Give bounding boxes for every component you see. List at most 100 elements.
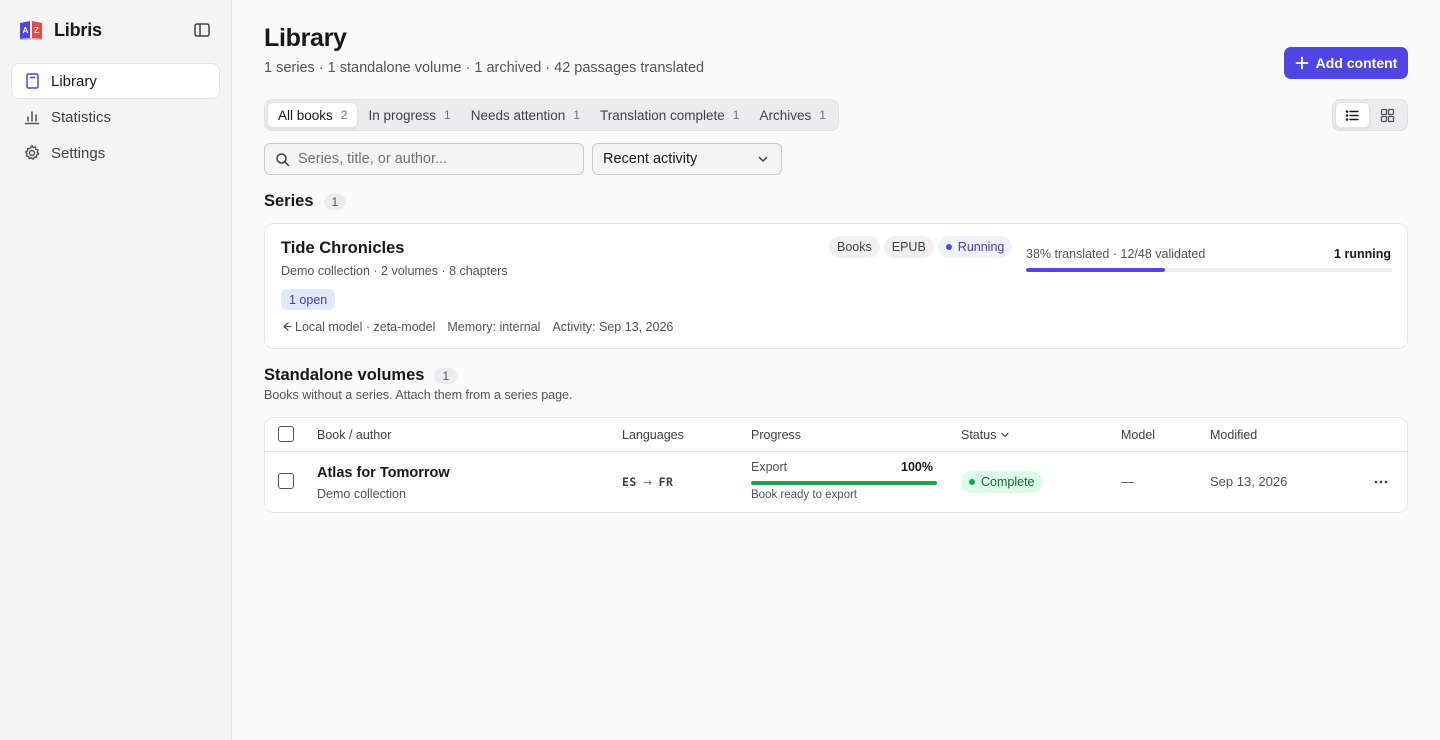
- arrow-right-icon: →: [642, 475, 653, 489]
- tab-label: Translation complete: [599, 107, 725, 123]
- tag-books: Books: [829, 236, 880, 258]
- select-all-checkbox[interactable]: [278, 426, 294, 442]
- series-running-count: 1 running: [1334, 247, 1391, 261]
- list-view-button[interactable]: [1335, 102, 1371, 128]
- add-content-button[interactable]: Add content: [1284, 47, 1408, 79]
- row-menu-button[interactable]: [1371, 474, 1391, 490]
- column-book[interactable]: Book / author: [317, 428, 391, 442]
- series-footer: Local model · zeta-model Memory: interna…: [281, 320, 673, 334]
- book-title[interactable]: Atlas for Tomorrow: [317, 465, 450, 481]
- sidebar-nav: Library Statistics Settings: [11, 63, 220, 171]
- chevron-down-icon: [758, 156, 768, 162]
- series-progress-bar: [1026, 268, 1392, 272]
- page-title: Library: [264, 24, 347, 52]
- progress-label: Export: [751, 460, 788, 474]
- app-name: Libris: [54, 19, 102, 40]
- languages: ES → FR: [622, 475, 673, 489]
- sidebar-item-statistics[interactable]: Statistics: [11, 99, 220, 135]
- model-value: —: [1121, 474, 1134, 489]
- series-section-header: Series 1: [264, 192, 347, 211]
- section-count: 1: [434, 367, 458, 384]
- branch-icon: [283, 322, 292, 331]
- modified-date: Sep 13, 2026: [1210, 474, 1288, 489]
- view-toggle: [1332, 99, 1408, 131]
- tab-label: All books: [278, 107, 333, 123]
- brand[interactable]: A Z Libris: [18, 18, 102, 42]
- series-card[interactable]: Tide Chronicles Demo collection · 2 volu…: [264, 223, 1408, 349]
- filter-tabs: All books 2 In progress 1 Needs attentio…: [264, 99, 839, 131]
- tab-count: 1: [819, 108, 826, 122]
- target-language: FR: [658, 475, 674, 489]
- table-header: Book / author Languages Progress Status …: [265, 418, 1407, 452]
- progress-note: Book ready to export: [751, 489, 858, 501]
- open-badge: 1 open: [281, 289, 336, 310]
- section-title: Series: [264, 192, 314, 210]
- search-box: [264, 143, 584, 175]
- plus-icon: [1295, 56, 1309, 70]
- more-horizontal-icon: [1374, 480, 1388, 484]
- sidebar-item-library[interactable]: Library: [11, 63, 220, 99]
- search-input[interactable]: [298, 151, 568, 167]
- standalone-table: Book / author Languages Progress Status …: [264, 417, 1408, 513]
- tab-needs-attention[interactable]: Needs attention 1: [461, 102, 590, 128]
- svg-text:A: A: [23, 26, 29, 35]
- series-meta: Demo collection · 2 volumes · 8 chapters: [281, 264, 508, 278]
- bar-chart-icon: [24, 111, 40, 125]
- series-title[interactable]: Tide Chronicles: [281, 239, 404, 258]
- tab-count: 1: [573, 108, 580, 122]
- status-dot: [969, 479, 975, 485]
- chevron-down-icon: [1001, 432, 1010, 438]
- search-icon: [276, 152, 290, 166]
- status-badge: Running: [937, 236, 1013, 258]
- progress-percent: 100%: [901, 460, 933, 474]
- tab-label: In progress: [368, 107, 437, 123]
- series-tags: Books EPUB Running: [829, 236, 1013, 258]
- series-activity: Activity: Sep 13, 2026: [552, 320, 674, 334]
- libris-logo-icon: A Z: [20, 21, 42, 40]
- tab-label: Archives: [759, 107, 812, 123]
- book-author: Demo collection: [317, 487, 406, 501]
- standalone-description: Books without a series. Attach them from…: [264, 388, 573, 402]
- standalone-section-header: Standalone volumes 1: [264, 366, 458, 385]
- series-memory: Memory: internal: [447, 320, 541, 334]
- sidebar-item-label: Library: [51, 72, 97, 90]
- series-progress-label: 38% translated · 12/48 validated: [1026, 247, 1206, 261]
- column-modified[interactable]: Modified: [1210, 428, 1257, 442]
- add-content-label: Add content: [1315, 55, 1398, 71]
- source-language: ES: [622, 475, 637, 489]
- column-status[interactable]: Status: [961, 428, 1010, 442]
- status-badge: Complete: [961, 471, 1043, 493]
- tab-translation-complete[interactable]: Translation complete 1: [590, 102, 750, 128]
- sidebar-item-label: Settings: [51, 144, 106, 162]
- section-title: Standalone volumes: [264, 366, 425, 384]
- sidebar: A Z Libris Library Statistics Settings: [0, 0, 232, 740]
- tab-label: Needs attention: [470, 107, 566, 123]
- grid-icon: [1380, 108, 1395, 122]
- sidebar-item-settings[interactable]: Settings: [11, 135, 220, 171]
- sort-select[interactable]: Recent activity: [592, 143, 782, 175]
- row-checkbox[interactable]: [278, 473, 294, 489]
- tag-epub: EPUB: [883, 236, 934, 258]
- column-languages[interactable]: Languages: [622, 428, 684, 442]
- tab-count: 1: [732, 108, 740, 122]
- column-model[interactable]: Model: [1121, 428, 1155, 442]
- sort-selected-value: Recent activity: [603, 151, 698, 167]
- progress-fill: [751, 481, 937, 485]
- status-dot: [945, 244, 952, 250]
- tab-archives[interactable]: Archives 1: [749, 102, 835, 128]
- sidebar-item-label: Statistics: [51, 108, 112, 126]
- section-count: 1: [323, 193, 347, 210]
- progress-bar: [751, 481, 937, 485]
- tab-in-progress[interactable]: In progress 1: [358, 102, 460, 128]
- svg-text:Z: Z: [34, 26, 39, 35]
- page-subtitle: 1 series · 1 standalone volume · 1 archi…: [264, 60, 705, 76]
- tab-count: 1: [444, 108, 451, 122]
- tab-count: 2: [340, 108, 348, 122]
- column-progress[interactable]: Progress: [751, 428, 801, 442]
- grid-view-button[interactable]: [1370, 102, 1405, 128]
- series-progress-fill: [1026, 268, 1166, 272]
- list-icon: [1345, 109, 1359, 121]
- tab-all-books[interactable]: All books 2: [267, 102, 359, 128]
- sidebar-toggle-icon[interactable]: [193, 21, 211, 39]
- book-icon: [26, 73, 39, 89]
